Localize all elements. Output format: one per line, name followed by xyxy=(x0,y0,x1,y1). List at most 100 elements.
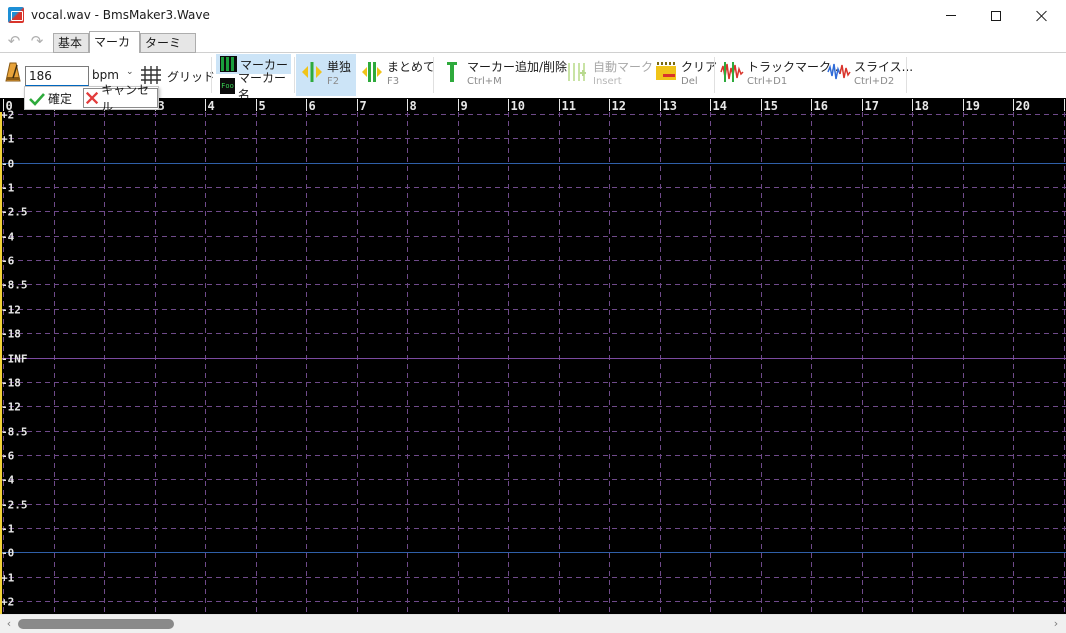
scroll-right-icon[interactable]: › xyxy=(1049,617,1063,631)
beat-label: 6 xyxy=(309,99,316,113)
level-label: -8.5 xyxy=(1,426,28,439)
single-marker-icon xyxy=(302,62,322,82)
auto-mark-shortcut: Insert xyxy=(593,76,622,87)
close-button[interactable] xyxy=(1019,0,1065,31)
beat-label: 8 xyxy=(410,99,417,113)
level-label: -0 xyxy=(1,547,14,560)
level-label: -0 xyxy=(1,158,14,171)
level-label: -1 xyxy=(1,523,15,536)
together-marker-icon xyxy=(362,62,382,82)
auto-mark-icon xyxy=(568,63,586,81)
slice-shortcut: Ctrl+D2 xyxy=(854,76,895,87)
add-remove-marker-button[interactable]: マーカー追加/削除 Ctrl+M xyxy=(436,54,567,96)
marker-view-group: マーカー Foo マーカー名 xyxy=(216,54,291,102)
toolbar-separator xyxy=(211,57,212,93)
beat-label: 20 xyxy=(1016,99,1030,113)
level-label: -12 xyxy=(1,304,21,317)
toolbar-separator xyxy=(294,57,295,93)
tab-basic[interactable]: 基本 xyxy=(53,33,89,53)
beat-label: 4 xyxy=(208,99,215,113)
confirm-label: 確定 xyxy=(48,92,73,106)
level-label: -2.5 xyxy=(1,499,28,512)
beat-label: 7 xyxy=(360,99,367,113)
auto-mark-button[interactable]: 自動マーク Insert xyxy=(562,54,654,96)
track-marker-icon xyxy=(720,62,744,82)
waveform-grid[interactable]: 0123456789101112131415161718192021+2+1-0… xyxy=(0,98,1066,614)
bpm-unit-select[interactable]: bpm xyxy=(92,68,119,82)
clear-label: クリア xyxy=(681,60,718,74)
tab-bar: ↶ ↷ 基本 マーカー ターミナル xyxy=(0,31,1066,70)
slice-icon xyxy=(827,63,851,80)
beat-label: 19 xyxy=(966,99,980,113)
level-label: +2 xyxy=(1,109,14,122)
check-icon xyxy=(29,92,45,106)
maximize-button[interactable] xyxy=(973,0,1019,31)
tab-marker[interactable]: マーカー xyxy=(89,31,140,70)
tab-terminal[interactable]: ターミナル xyxy=(140,33,196,68)
single-mode-label: 単独 xyxy=(327,60,352,74)
toolbar-separator xyxy=(433,57,434,93)
marker-name-icon: Foo xyxy=(220,78,236,94)
beat-label: 16 xyxy=(814,99,828,113)
redo-icon[interactable]: ↷ xyxy=(29,33,45,49)
track-marker-button[interactable]: トラックマーク... Ctrl+D1 xyxy=(716,54,842,96)
chevron-down-icon[interactable]: ⌄ xyxy=(126,67,134,77)
slice-button[interactable]: スライス... Ctrl+D2 xyxy=(823,54,913,96)
scroll-thumb[interactable] xyxy=(18,619,174,629)
beat-label: 18 xyxy=(915,99,929,113)
single-mode-shortcut: F2 xyxy=(327,76,340,87)
clear-shortcut: Del xyxy=(681,76,698,87)
undo-icon[interactable]: ↶ xyxy=(6,33,22,49)
toolbar-separator xyxy=(906,57,907,93)
minimize-button[interactable] xyxy=(928,0,974,31)
metronome-icon xyxy=(5,62,21,82)
slice-label: スライス... xyxy=(854,60,914,74)
level-label: -4 xyxy=(1,231,15,244)
x-icon xyxy=(85,91,99,105)
together-mode-button[interactable]: まとめて F3 xyxy=(356,54,435,96)
beat-label: 14 xyxy=(713,99,727,113)
bpm-input[interactable] xyxy=(25,66,89,86)
level-label: -4 xyxy=(1,474,15,487)
marker-name-toggle[interactable]: Foo マーカー名 xyxy=(216,71,291,102)
scroll-left-icon[interactable]: ‹ xyxy=(2,617,16,631)
maximize-icon xyxy=(991,10,1001,21)
close-icon xyxy=(1036,10,1048,22)
beat-label: 13 xyxy=(663,99,677,113)
app-icon xyxy=(8,7,24,23)
level-label: -6 xyxy=(1,255,15,268)
waveform-view[interactable]: 0123456789101112131415161718192021+2+1-0… xyxy=(0,98,1066,614)
level-label: +1 xyxy=(1,133,15,146)
beat-label: 10 xyxy=(511,99,525,113)
horizontal-scrollbar[interactable]: ‹ › xyxy=(0,614,1066,633)
level-label: -12 xyxy=(1,401,21,414)
marker-bars-icon xyxy=(220,56,237,72)
level-label: +2 xyxy=(1,596,14,609)
clear-button[interactable]: クリア Del xyxy=(650,54,717,96)
level-label: -6 xyxy=(1,450,15,463)
cancel-label: キャンセル xyxy=(101,83,150,114)
beat-label: 12 xyxy=(612,99,626,113)
minimize-icon xyxy=(946,15,956,16)
toolbar-separator xyxy=(714,57,715,93)
level-label: -18 xyxy=(1,377,21,390)
beat-label: 9 xyxy=(461,99,468,113)
auto-mark-label: 自動マーク xyxy=(593,60,654,74)
single-mode-button[interactable]: 単独 F2 xyxy=(296,54,356,96)
window-title: vocal.wav - BmsMaker3.Wave xyxy=(31,8,210,22)
grid-button-label[interactable]: グリッド xyxy=(167,68,215,85)
clear-icon xyxy=(656,62,676,80)
beat-label: 17 xyxy=(865,99,879,113)
toolbar: bpm ⌄ グリッド 確定 キャンセル マーカー Foo マーカー名 xyxy=(0,53,1066,114)
level-label: -2.5 xyxy=(1,206,28,219)
level-label: -18 xyxy=(1,328,21,341)
confirm-button[interactable]: 確定 xyxy=(29,89,72,108)
together-mode-label: まとめて xyxy=(387,60,436,74)
title-bar: vocal.wav - BmsMaker3.Wave xyxy=(0,0,1066,31)
level-label: -8.5 xyxy=(1,279,28,292)
playback-cursor xyxy=(0,112,2,614)
add-remove-marker-shortcut: Ctrl+M xyxy=(467,76,502,87)
beat-label: 15 xyxy=(764,99,778,113)
cancel-button[interactable]: キャンセル xyxy=(83,83,158,114)
level-label: +1 xyxy=(1,572,15,585)
